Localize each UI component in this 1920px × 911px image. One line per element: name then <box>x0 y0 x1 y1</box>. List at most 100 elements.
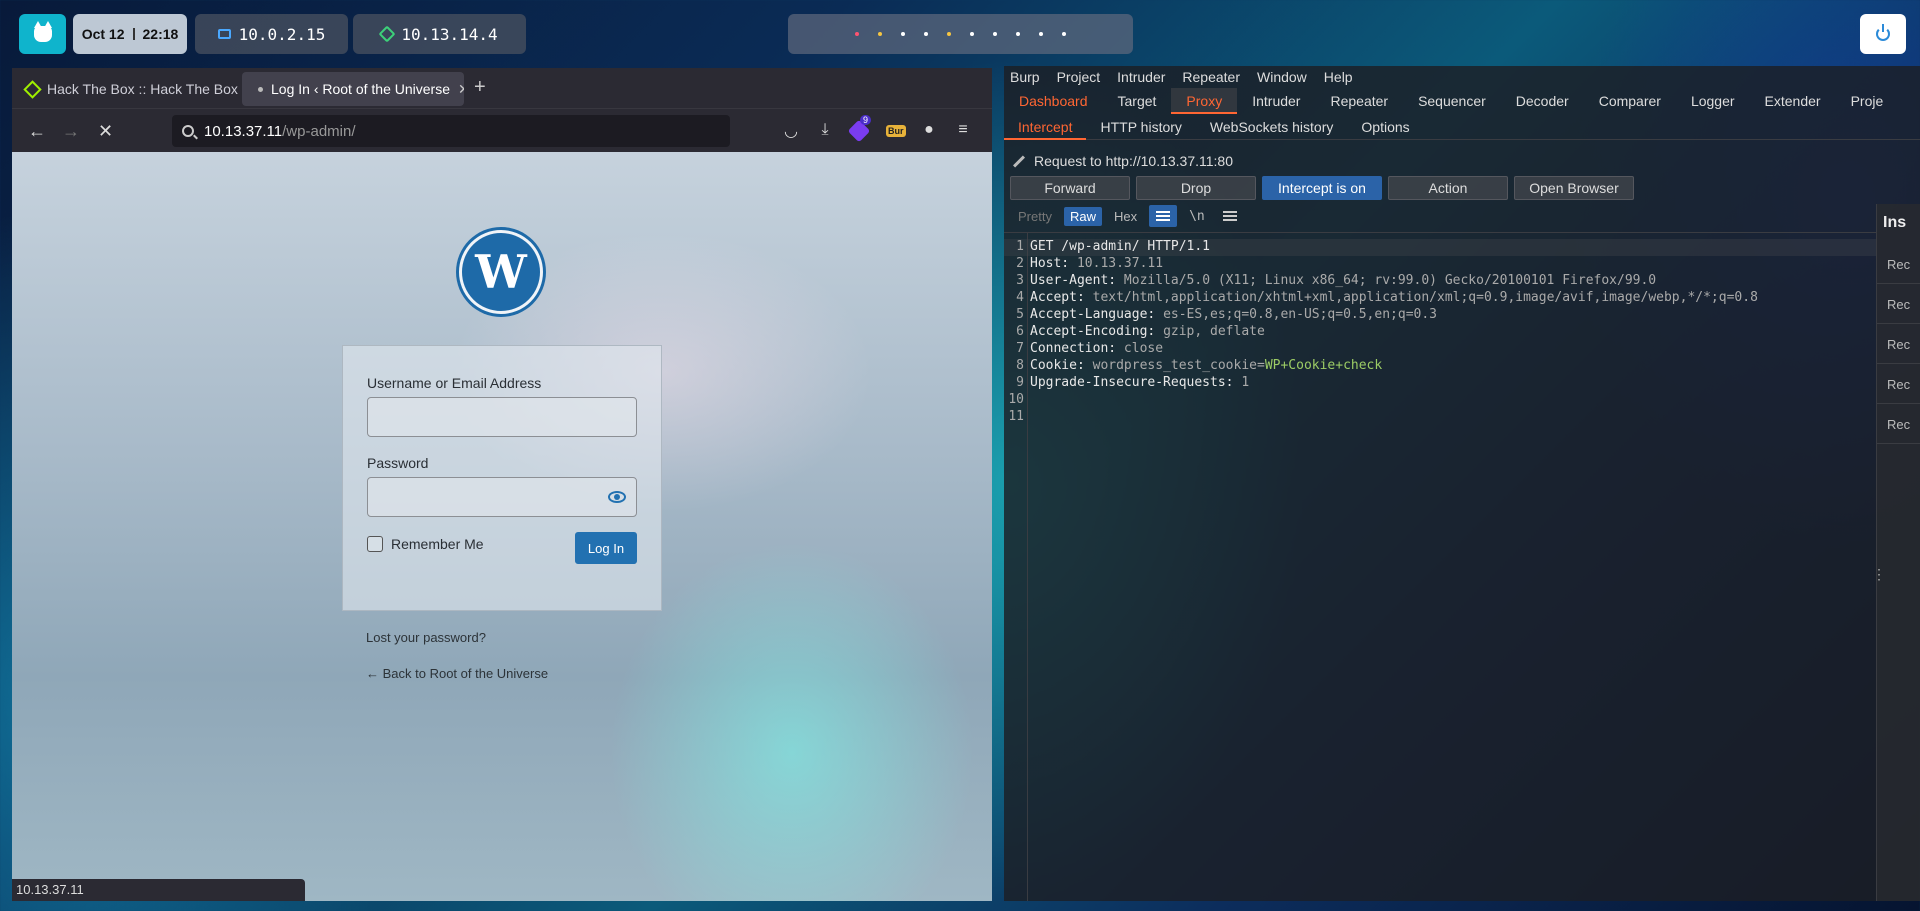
panel-resize-handle[interactable]: ⋮ <box>1872 566 1886 583</box>
subtab-http-history[interactable]: HTTP history <box>1086 114 1195 140</box>
show-newlines-button[interactable]: \n <box>1183 207 1211 226</box>
request-line: 9 Upgrade-Insecure-Requests: 1 <box>1004 375 1876 392</box>
request-code: Host: 10.13.37.11 <box>1030 256 1163 271</box>
tab-sequencer[interactable]: Sequencer <box>1403 88 1501 114</box>
remember-me-checkbox[interactable] <box>367 536 383 552</box>
workspace-dot[interactable] <box>1016 32 1020 36</box>
menu-item-window[interactable]: Window <box>1257 69 1307 85</box>
menu-item-project[interactable]: Project <box>1057 69 1101 85</box>
tab-extender[interactable]: Extender <box>1750 88 1836 114</box>
workspace-dot[interactable] <box>993 32 997 36</box>
header-name: Accept-Encoding: <box>1030 324 1164 339</box>
request-editor[interactable]: 1 GET /wp-admin/ HTTP/1.1 2 Host: 10.13.37.… <box>1004 232 1876 901</box>
drop-button[interactable]: Drop <box>1136 176 1256 200</box>
wordpress-logo-icon[interactable]: W <box>459 230 543 314</box>
workspace-dot[interactable] <box>1062 32 1066 36</box>
power-button[interactable] <box>1860 14 1906 54</box>
clock-widget[interactable]: Oct 12 22:18 <box>73 14 187 54</box>
line-number: 7 <box>1016 341 1024 356</box>
menu-item-burp[interactable]: Burp <box>1010 69 1040 85</box>
request-code: Accept-Language: es-ES,es;q=0.8,en-US;q=… <box>1030 307 1437 322</box>
tab-intruder[interactable]: Intruder <box>1237 88 1315 114</box>
download-icon[interactable]: ⤓ <box>816 121 834 139</box>
tab-decoder[interactable]: Decoder <box>1501 88 1584 114</box>
status-url: 10.13.37.11 <box>12 879 305 901</box>
request-line: 1 GET /wp-admin/ HTTP/1.1 <box>1004 239 1876 256</box>
lost-password-link[interactable]: Lost your password? <box>366 630 486 645</box>
intercept-toggle-button[interactable]: Intercept is on <box>1262 176 1382 200</box>
inspector-row[interactable]: Rec <box>1877 364 1920 404</box>
menu-item-repeater[interactable]: Repeater <box>1182 69 1240 85</box>
action-button[interactable]: Action <box>1388 176 1508 200</box>
show-password-eye-icon[interactable] <box>608 491 626 503</box>
tab-proje[interactable]: Proje <box>1836 88 1899 114</box>
line-number: 3 <box>1016 273 1024 288</box>
tab-repeater[interactable]: Repeater <box>1315 88 1403 114</box>
vpn-ip-widget[interactable]: 10.13.14.4 <box>353 14 526 54</box>
workspace-switcher[interactable] <box>788 14 1133 54</box>
navigation-bar: ← → ✕ 10.13.37.11/wp-admin/ ◡ ⤓ 9 Bur ● … <box>12 108 992 152</box>
stop-loading-icon[interactable]: ✕ <box>98 121 113 142</box>
request-line: 4 Accept: text/html,application/xhtml+xml… <box>1004 290 1876 307</box>
hex-view-button[interactable]: Hex <box>1108 207 1143 226</box>
workspace-dot[interactable] <box>947 32 951 36</box>
url-host: 10.13.37.11 <box>204 122 283 140</box>
password-input[interactable] <box>367 477 637 517</box>
workspace-dot[interactable] <box>901 32 905 36</box>
word-wrap-icon[interactable] <box>1149 205 1178 227</box>
request-code: Accept-Encoding: gzip, deflate <box>1030 324 1265 339</box>
line-number: 5 <box>1016 307 1024 322</box>
workspace-dot[interactable] <box>970 32 974 36</box>
pretty-view-button[interactable]: Pretty <box>1012 207 1058 226</box>
subtab-intercept[interactable]: Intercept <box>1004 114 1087 140</box>
menu-item-help[interactable]: Help <box>1324 69 1353 85</box>
url-bar[interactable]: 10.13.37.11/wp-admin/ <box>172 115 730 147</box>
tab-comparer[interactable]: Comparer <box>1584 88 1676 114</box>
cookie-icon[interactable]: ● <box>920 121 938 139</box>
subtab-options[interactable]: Options <box>1347 114 1423 140</box>
cat-logo-icon <box>33 21 52 42</box>
new-tab-button[interactable]: + <box>474 76 486 99</box>
workspace-dot[interactable] <box>855 32 859 36</box>
back-arrow-icon[interactable]: ← <box>28 121 46 142</box>
inspector-row[interactable]: Rec <box>1877 404 1920 444</box>
username-input[interactable] <box>367 397 637 437</box>
tab-wordpress-login[interactable]: Log In ‹ Root of the Universe ✕ <box>242 72 464 106</box>
menu-launcher-button[interactable] <box>19 14 66 54</box>
request-line: 5 Accept-Language: es-ES,es;q=0.8,en-US;q… <box>1004 307 1876 324</box>
raw-view-button[interactable]: Raw <box>1063 206 1102 226</box>
workspace-dot[interactable] <box>924 32 928 36</box>
login-button[interactable]: Log In <box>575 532 637 564</box>
burp-extension-icon[interactable]: Bur <box>886 121 906 139</box>
workspace-dot[interactable] <box>1039 32 1043 36</box>
subtab-websockets-history[interactable]: WebSockets history <box>1196 114 1347 140</box>
menu-item-intruder[interactable]: Intruder <box>1117 69 1165 85</box>
inspector-row[interactable]: Rec <box>1877 284 1920 324</box>
header-name: Cookie: <box>1030 358 1093 373</box>
hamburger-menu-icon[interactable]: ≡ <box>954 121 972 139</box>
tab-target[interactable]: Target <box>1103 88 1172 114</box>
tab-logger[interactable]: Logger <box>1676 88 1750 114</box>
forward-arrow-icon[interactable]: → <box>62 121 80 142</box>
inspector-row[interactable]: Rec <box>1877 244 1920 284</box>
time-text: 22:18 <box>142 26 179 42</box>
pocket-icon[interactable]: ◡ <box>782 121 800 140</box>
open-browser-button[interactable]: Open Browser <box>1514 176 1634 200</box>
local-ip-widget[interactable]: 10.0.2.15 <box>195 14 348 54</box>
request-line: 8 Cookie: wordpress_test_cookie=WP+Cookie… <box>1004 358 1876 375</box>
inspector-row[interactable]: Rec <box>1877 324 1920 364</box>
tab-hackthebox[interactable]: Hack The Box :: Hack The Box ✕ <box>16 72 238 106</box>
vpn-ip-text: 10.13.14.4 <box>401 24 498 44</box>
line-number: 6 <box>1016 324 1024 339</box>
back-to-site-link[interactable]: ← Back to Root of the Universe <box>366 666 548 681</box>
editor-menu-icon[interactable] <box>1222 215 1237 217</box>
tab-title: Log In ‹ Root of the Universe <box>271 81 450 97</box>
remember-me-label[interactable]: Remember Me <box>391 536 484 552</box>
tab-proxy[interactable]: Proxy <box>1171 88 1238 114</box>
extension-wappalyzer-icon[interactable]: 9 <box>847 115 872 143</box>
request-line: 6 Accept-Encoding: gzip, deflate <box>1004 324 1876 341</box>
forward-button[interactable]: Forward <box>1010 176 1130 200</box>
close-icon[interactable]: ✕ <box>458 81 464 98</box>
workspace-dot[interactable] <box>878 32 882 36</box>
tab-dashboard[interactable]: Dashboard <box>1004 88 1103 114</box>
